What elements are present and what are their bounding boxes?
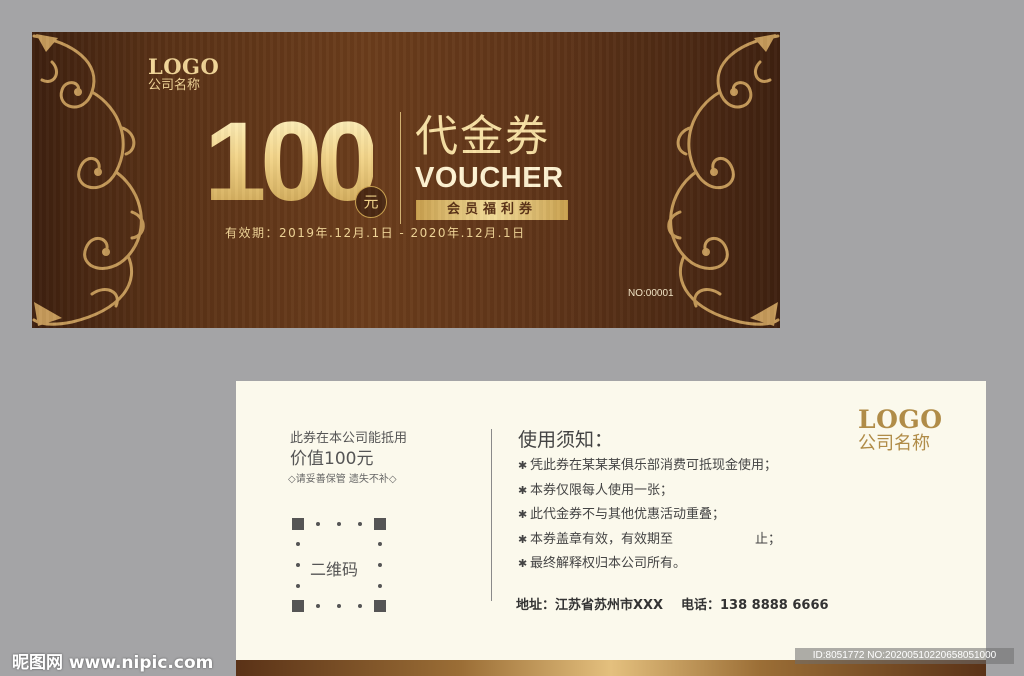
notice-item: ✱ 本券盖章有效，有效期至 止； bbox=[518, 528, 781, 553]
logo-text: LOGO bbox=[858, 405, 943, 434]
notice-title: 使用须知： bbox=[518, 429, 614, 451]
qr-dot bbox=[378, 563, 382, 567]
qr-corner bbox=[374, 518, 386, 530]
member-tag: 会员福利券 bbox=[416, 200, 568, 220]
divider bbox=[400, 112, 401, 224]
keep-note: ◇请妥善保管 遗失不补◇ bbox=[288, 474, 397, 485]
logo-text: LOGO bbox=[148, 54, 220, 79]
voucher-front: LOGO 公司名称 100 元 代金券 VOUCHER 会员福利券 有效期：20… bbox=[32, 32, 780, 328]
address: 地址：江苏省苏州市XXX bbox=[516, 598, 664, 613]
qr-dot bbox=[296, 584, 300, 588]
qr-dot bbox=[358, 604, 362, 608]
qr-corner bbox=[374, 600, 386, 612]
front-logo: LOGO 公司名称 bbox=[148, 56, 219, 94]
voucher-back: 此券在本公司能抵用 价值100元 ◇请妥善保管 遗失不补◇ 二维码 使用须知： … bbox=[236, 381, 986, 676]
qr-dot bbox=[316, 522, 320, 526]
asterisk-icon: ✱ bbox=[518, 459, 528, 472]
notice-item: ✱ 最终解释权归本公司所有。 bbox=[518, 552, 781, 577]
validity-period: 有效期：2019年.12月.1日 - 2020年.12月.1日 bbox=[225, 226, 526, 240]
company-name: 公司名称 bbox=[858, 433, 930, 454]
notice-item: ✱ 凭此券在某某某俱乐部消费可抵现金使用； bbox=[518, 454, 781, 479]
notice-item: ✱ 本券仅限每人使用一张； bbox=[518, 479, 781, 504]
phone: 电话：138 8888 6666 bbox=[681, 598, 829, 613]
qr-dot bbox=[316, 604, 320, 608]
notice-item: ✱ 此代金券不与其他优惠活动重叠； bbox=[518, 503, 781, 528]
asterisk-icon: ✱ bbox=[518, 508, 528, 521]
value-amount: 价值100元 bbox=[290, 449, 374, 469]
qr-dot bbox=[378, 584, 382, 588]
qr-dot bbox=[378, 542, 382, 546]
qr-code-placeholder: 二维码 bbox=[292, 518, 386, 612]
asterisk-icon: ✱ bbox=[518, 557, 528, 570]
qr-dot bbox=[296, 563, 300, 567]
qr-dot bbox=[358, 522, 362, 526]
qr-dot bbox=[337, 604, 341, 608]
qr-label: 二维码 bbox=[310, 560, 359, 579]
floral-ornament-right bbox=[667, 34, 780, 326]
voucher-title-cn: 代金券 bbox=[415, 112, 550, 162]
notice-list: ✱ 凭此券在某某某俱乐部消费可抵现金使用； ✱ 本券仅限每人使用一张； ✱ 此代金券不… bbox=[518, 454, 781, 577]
qr-corner bbox=[292, 600, 304, 612]
site-watermark: 昵图网 www.nipic.com bbox=[12, 653, 214, 673]
image-id-watermark: ID:8051772 NO:20200510220658051000 bbox=[795, 648, 1014, 664]
asterisk-icon: ✱ bbox=[518, 532, 528, 546]
qr-corner bbox=[292, 518, 304, 530]
floral-ornament-left bbox=[32, 34, 145, 326]
qr-dot bbox=[296, 542, 300, 546]
currency-unit-badge: 元 bbox=[355, 186, 387, 218]
qr-dot bbox=[337, 522, 341, 526]
voucher-title-en: VOUCHER bbox=[415, 162, 564, 194]
asterisk-icon: ✱ bbox=[518, 483, 528, 497]
voucher-amount: 100 bbox=[204, 99, 379, 224]
back-logo: LOGO 公司名称 bbox=[858, 407, 942, 455]
serial-number: NO:00001 bbox=[628, 288, 674, 299]
divider bbox=[491, 429, 492, 601]
company-name: 公司名称 bbox=[148, 78, 201, 93]
